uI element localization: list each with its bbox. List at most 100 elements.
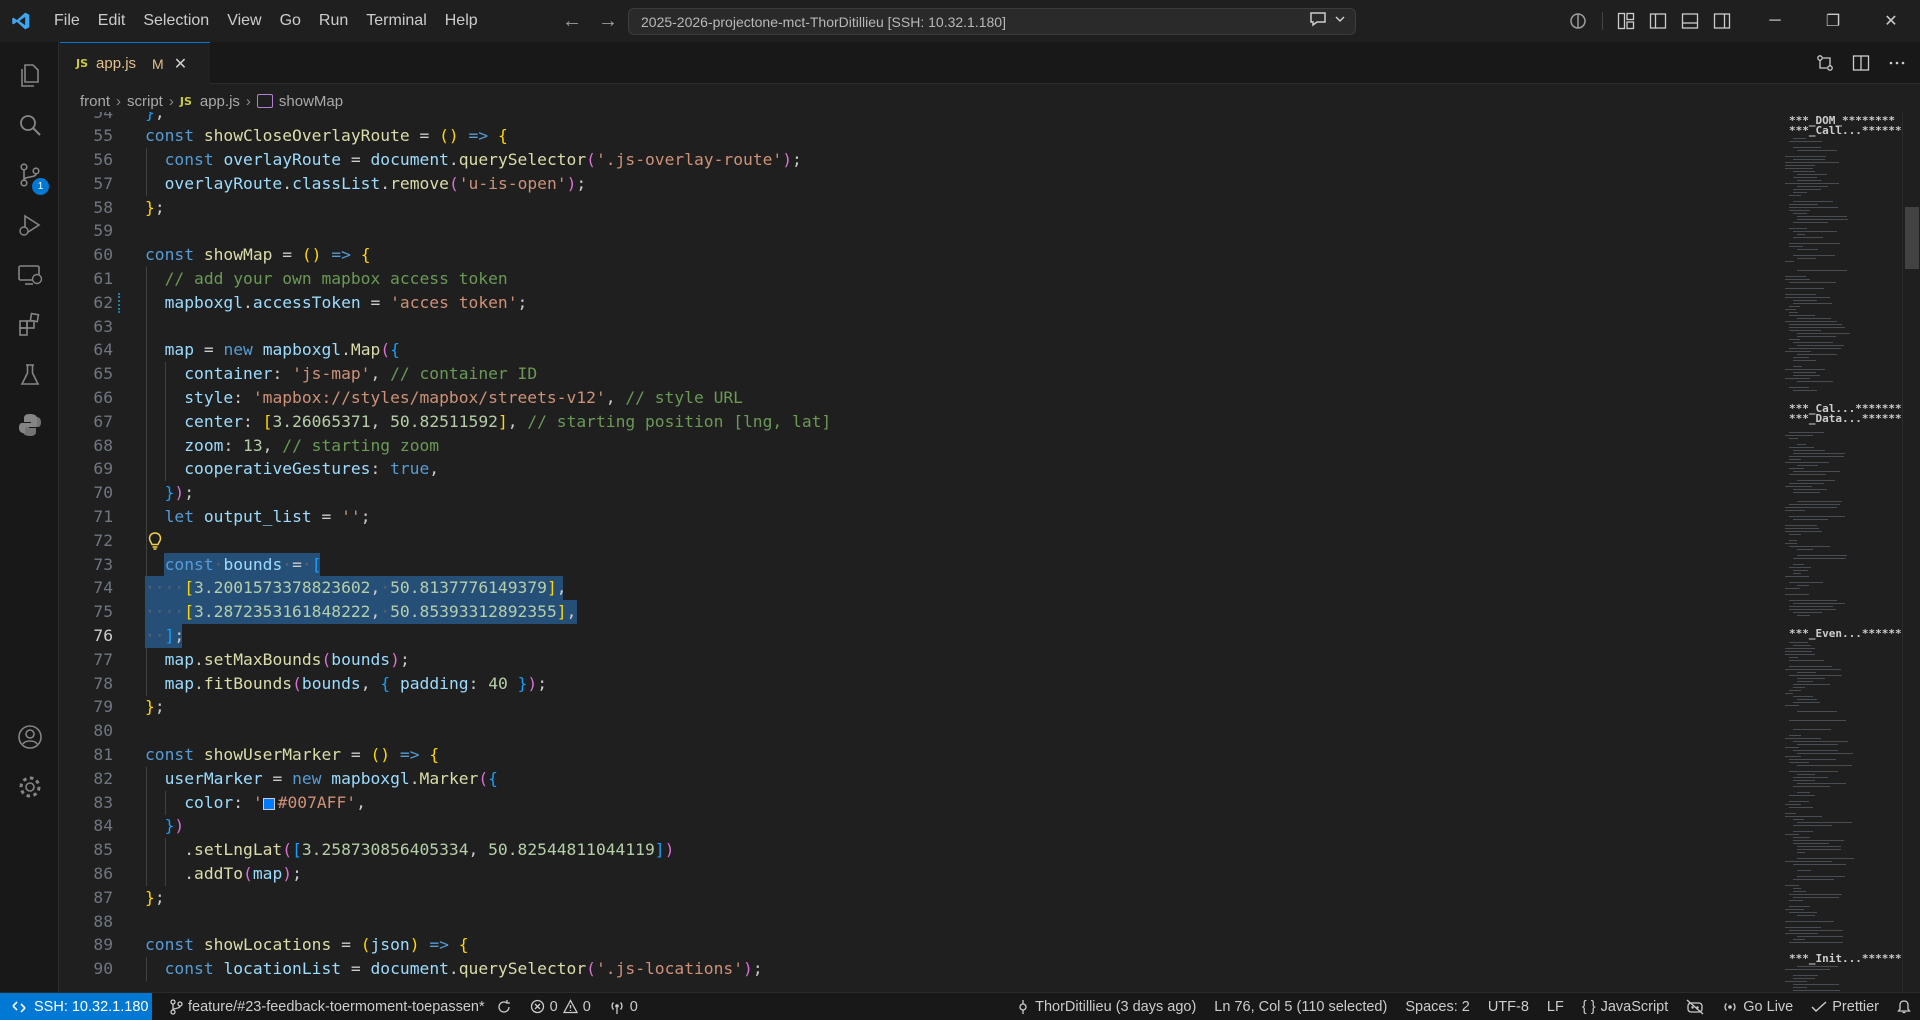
remote-label: SSH: 10.32.1.180 [34, 998, 149, 1015]
git-branch-icon [170, 998, 183, 1015]
extensions-icon[interactable] [0, 300, 59, 350]
chevron-right-icon: › [168, 92, 174, 110]
sync-icon[interactable] [496, 999, 512, 1015]
copilot-icon[interactable] [1568, 12, 1588, 30]
minimap-line [1785, 909, 1804, 911]
vertical-scrollbar[interactable] [1902, 112, 1920, 992]
prettier-status[interactable]: Prettier [1802, 999, 1888, 1015]
remote-indicator[interactable]: SSH: 10.32.1.180 [0, 992, 152, 1020]
menu-file[interactable]: File [45, 0, 89, 42]
code-line: 85 .setLngLat([3.258730856405334, 50.825… [60, 838, 1777, 862]
minimap-line [1793, 696, 1813, 698]
minimap-line [1785, 594, 1809, 596]
accounts-icon[interactable] [0, 712, 59, 762]
indentation[interactable]: Spaces: 2 [1396, 999, 1479, 1015]
close-tab-icon[interactable]: ✕ [174, 54, 187, 74]
language-mode[interactable]: { } JavaScript [1573, 999, 1677, 1015]
minimap-line [1793, 147, 1821, 149]
settings-gear-icon[interactable] [0, 762, 59, 812]
minimap-line [1789, 801, 1809, 803]
encoding[interactable]: UTF-8 [1479, 999, 1538, 1015]
breadcrumb-folder-front[interactable]: front [80, 93, 110, 110]
minimap-line [1789, 912, 1817, 914]
code-line: 89 const showLocations = (json) => { [93, 935, 469, 954]
testing-icon[interactable] [0, 350, 59, 400]
notifications-bell-icon[interactable] [1888, 999, 1920, 1015]
problems-item[interactable]: 0 0 [521, 999, 600, 1015]
minimap-line [1793, 303, 1832, 305]
method-symbol-icon [256, 94, 273, 108]
menu-run[interactable]: Run [310, 0, 357, 42]
restore-button[interactable]: ❐ [1804, 0, 1862, 42]
python-icon[interactable] [0, 400, 59, 450]
lightbulb-icon[interactable] [147, 531, 163, 551]
code-line: 58}; [93, 198, 165, 217]
remote-icon [12, 1000, 26, 1013]
minimap-line [1793, 840, 1844, 842]
minimap-line [1789, 438, 1798, 440]
back-arrow-icon[interactable]: ← [562, 10, 582, 33]
scrollbar-thumb[interactable] [1905, 207, 1919, 269]
explorer-icon[interactable] [0, 50, 59, 100]
breadcrumb-folder-script[interactable]: script [127, 93, 163, 110]
minimap-line [1793, 138, 1806, 140]
copilot-status[interactable] [1677, 999, 1713, 1015]
color-swatch-icon[interactable] [262, 797, 275, 810]
menu-help[interactable]: Help [436, 0, 487, 42]
menu-go[interactable]: Go [271, 0, 310, 42]
minimap-line [1797, 381, 1833, 383]
go-live-button[interactable]: Go Live [1713, 999, 1802, 1015]
cursor-position[interactable]: Ln 76, Col 5 (110 selected) [1205, 999, 1396, 1015]
code-editor[interactable]: 54}; 55 const showCloseOverlayRoute = () … [60, 112, 1777, 992]
toggle-primary-sidebar-icon[interactable] [1649, 12, 1667, 30]
menu-selection[interactable]: Selection [134, 0, 218, 42]
minimap-line [1793, 213, 1807, 215]
customize-layout-icon[interactable] [1617, 12, 1635, 30]
open-changes-icon[interactable] [1816, 54, 1834, 72]
git-branch-label: feature/#23-feedback-toermoment-toepasse… [188, 998, 485, 1015]
close-window-button[interactable]: ✕ [1862, 0, 1920, 42]
menu-terminal[interactable]: Terminal [357, 0, 435, 42]
minimap-line [1785, 705, 1799, 707]
minimap-line [1793, 357, 1809, 359]
prettier-label: Prettier [1832, 999, 1879, 1015]
run-debug-icon[interactable] [0, 200, 59, 250]
breadcrumb-file[interactable]: app.js [200, 93, 240, 110]
search-icon[interactable] [0, 100, 59, 150]
menu-edit[interactable]: Edit [89, 0, 135, 42]
minimize-button[interactable]: ─ [1746, 0, 1804, 42]
minimap-line [1789, 243, 1840, 245]
code-line: 86 .addTo(map); [60, 862, 1777, 886]
command-center[interactable]: 2025-2026-projectone-mct-ThorDitillieu [… [628, 8, 1356, 35]
forward-arrow-icon[interactable]: → [598, 10, 618, 33]
minimap-line [1793, 780, 1815, 782]
minimap-line [1797, 915, 1815, 917]
git-branch-item[interactable]: feature/#23-feedback-toermoment-toepasse… [160, 999, 521, 1015]
menu-view[interactable]: View [218, 0, 270, 42]
source-control-icon[interactable]: 1 [0, 150, 59, 200]
toggle-secondary-sidebar-icon[interactable] [1713, 12, 1731, 30]
ports-item[interactable]: 0 [600, 999, 647, 1015]
remote-explorer-icon[interactable] [0, 250, 59, 300]
minimap-line [1793, 201, 1833, 203]
minimap-line [1789, 306, 1800, 308]
git-blame-item[interactable]: ThorDitillieu (3 days ago) [1007, 999, 1205, 1015]
copilot-button[interactable] [1309, 11, 1345, 27]
minimap-line [1789, 762, 1809, 764]
code-line: 72 [60, 529, 1777, 553]
code-line: 60 const showMap = () => { [93, 245, 371, 264]
more-actions-icon[interactable] [1888, 54, 1906, 72]
minimap-line [1793, 888, 1801, 890]
tab-app-js[interactable]: JS app.js M ✕ [60, 42, 210, 84]
minimap-line [1793, 612, 1822, 614]
split-editor-icon[interactable] [1852, 54, 1870, 72]
minimap[interactable]: ***_DOM_******** ***_Call...******** ***… [1777, 112, 1902, 992]
minimap-section-label: ***_Data...******** [1789, 412, 1902, 425]
toggle-panel-icon[interactable] [1681, 12, 1699, 30]
language-label: JavaScript [1600, 999, 1669, 1015]
error-icon [530, 999, 544, 1014]
minimap-line [1797, 753, 1853, 755]
end-of-line[interactable]: LF [1538, 999, 1573, 1015]
breadcrumb-symbol[interactable]: showMap [279, 93, 343, 110]
chevron-down-icon[interactable] [1335, 15, 1345, 23]
